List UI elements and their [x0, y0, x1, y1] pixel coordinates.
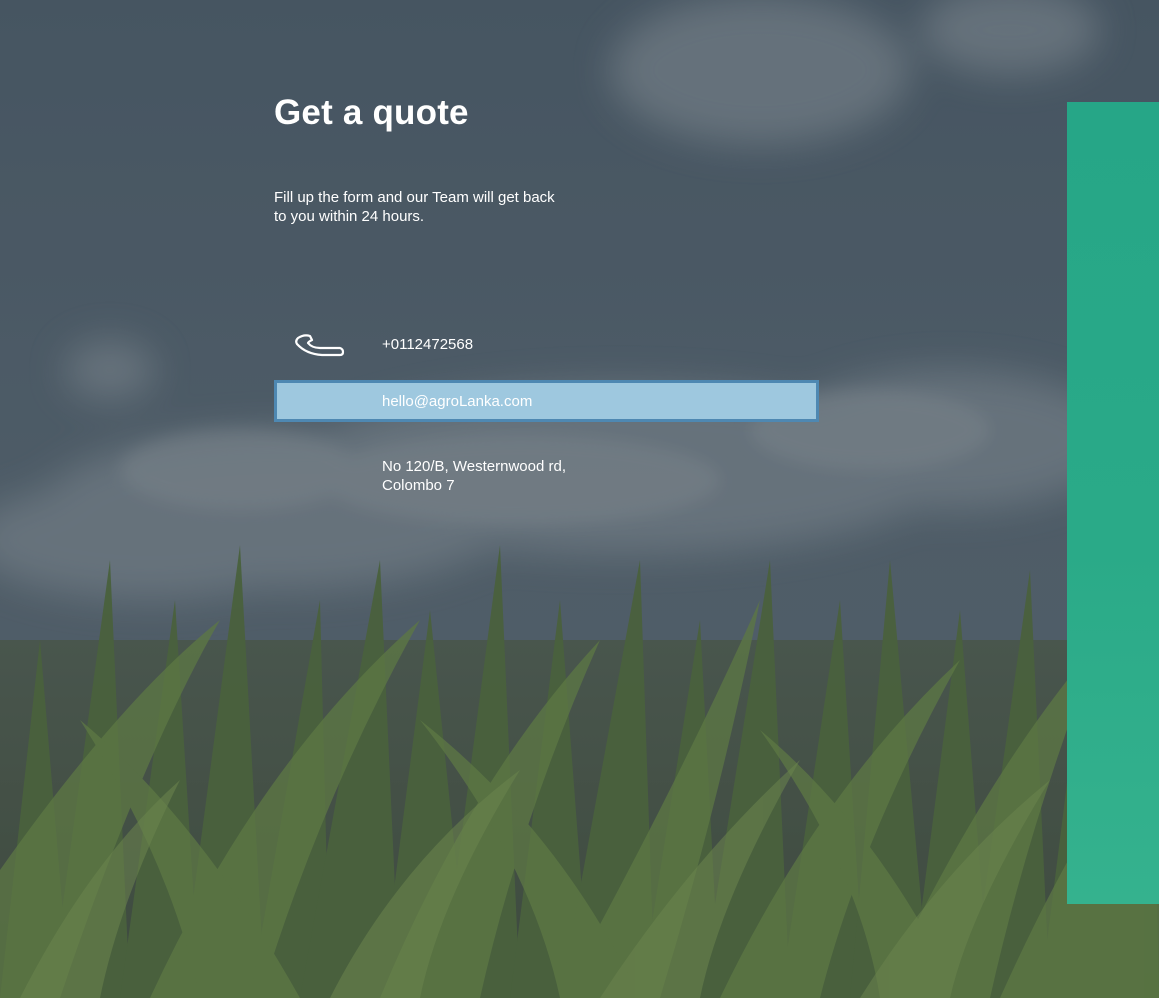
page-title: Get a quote	[274, 93, 469, 132]
contact-phone-row[interactable]: +0112472568	[274, 324, 819, 366]
contact-address-text: No 120/B, Westernwood rd, Colombo 7	[382, 458, 566, 494]
contact-phone-text: +0112472568	[382, 336, 474, 353]
accent-panel	[1067, 102, 1159, 904]
contact-address-row[interactable]: No 120/B, Westernwood rd, Colombo 7	[274, 456, 819, 500]
contact-email-row[interactable]: hello@agroLanka.com	[274, 380, 819, 422]
contact-email-text: hello@agroLanka.com	[382, 393, 533, 410]
page-subtitle: Fill up the form and our Team will get b…	[274, 189, 555, 225]
phone-icon	[294, 332, 346, 358]
